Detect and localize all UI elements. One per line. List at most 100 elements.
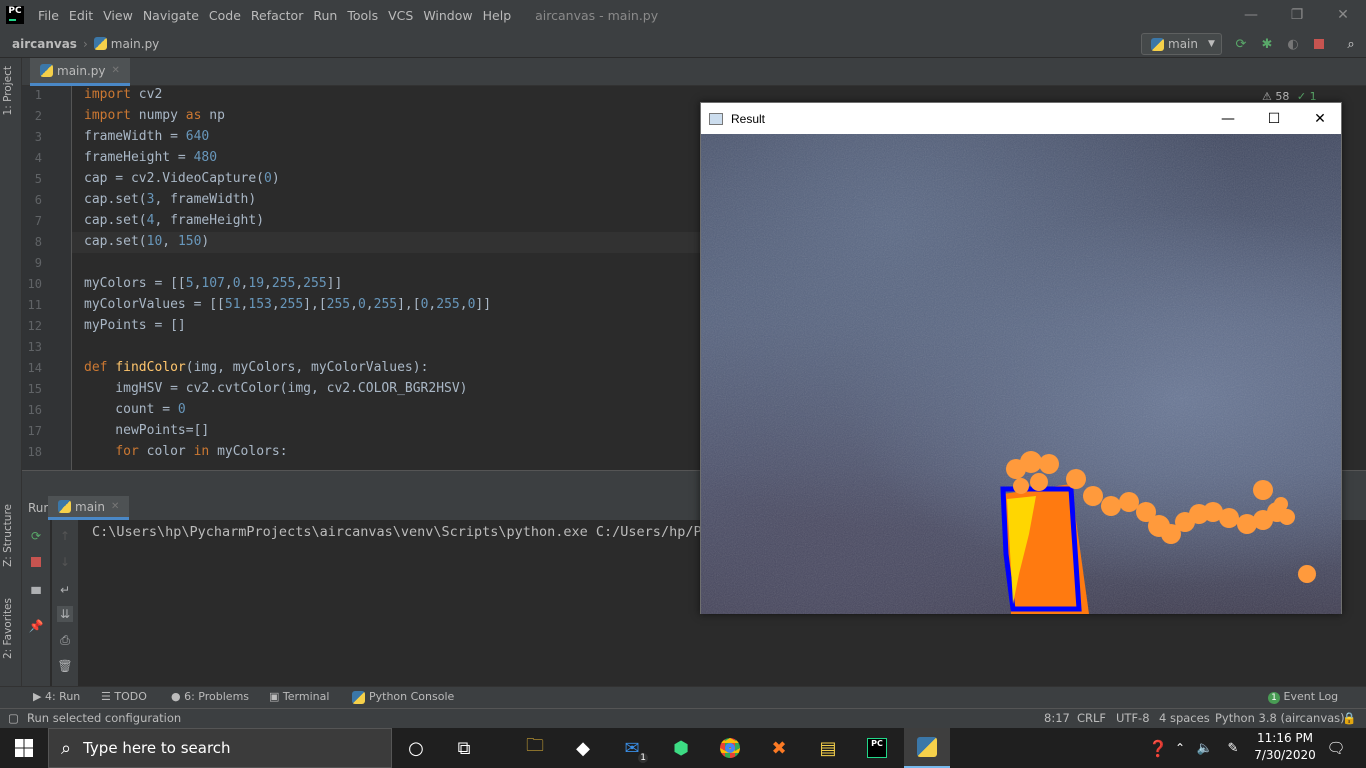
menu-run[interactable]: Run	[313, 8, 337, 23]
breadcrumb-project[interactable]: aircanvas	[12, 37, 77, 51]
pycharm-taskbar-icon[interactable]: PC	[859, 732, 895, 764]
up-arrow-icon[interactable]: ↑	[57, 528, 73, 544]
code-line[interactable]: myPoints = []	[84, 318, 186, 333]
terminal-tool-button[interactable]: ▣ Terminal	[269, 690, 329, 703]
code-line[interactable]: import cv2	[84, 87, 162, 102]
structure-tool-tab[interactable]: Z: Structure	[2, 504, 14, 567]
run-tab-main[interactable]: main ✕	[48, 496, 130, 520]
code-text: ],[	[397, 297, 421, 312]
file-explorer-icon[interactable]: 🗀	[517, 732, 553, 764]
code-text: ],[	[303, 297, 327, 312]
task-view-icon[interactable]: ⧉	[446, 732, 482, 764]
code-line[interactable]: frameHeight = 480	[84, 150, 217, 165]
trash-icon[interactable]: 🗑	[57, 658, 73, 674]
project-tool-tab[interactable]: 1: Project	[2, 66, 14, 115]
code-line[interactable]: def findColor(img, myColors, myColorValu…	[84, 360, 428, 375]
clock-date[interactable]: 7/30/2020	[1250, 748, 1320, 762]
result-minimize-button[interactable]: —	[1205, 103, 1251, 134]
code-line[interactable]: cap.set(10, 150)	[84, 234, 209, 249]
code-line[interactable]: myColors = [[5,107,0,19,255,255]]	[84, 276, 342, 291]
python-console-tool-button[interactable]: Python Console	[352, 690, 454, 704]
chrome-icon[interactable]	[712, 732, 748, 764]
search-icon[interactable]: ⌕	[1343, 36, 1359, 52]
favorites-tool-tab[interactable]: 2: Favorites	[2, 598, 14, 659]
run-tool-button[interactable]: ▶ 4: Run	[33, 690, 80, 703]
menu-view[interactable]: View	[103, 8, 133, 23]
file-encoding[interactable]: UTF-8	[1116, 711, 1150, 725]
soft-wrap-icon[interactable]: ↵	[57, 582, 73, 598]
pen-icon[interactable]: ✎	[1222, 732, 1244, 764]
xampp-icon[interactable]: ✖	[761, 732, 797, 764]
close-button[interactable]: ✕	[1320, 0, 1366, 30]
menu-vcs[interactable]: VCS	[388, 8, 413, 23]
code-line[interactable]: for color in myColors:	[84, 444, 287, 459]
result-window[interactable]: Result — ☐ ✕	[700, 102, 1342, 614]
cortana-icon[interactable]: ○	[398, 732, 434, 764]
code-line[interactable]: newPoints=[]	[84, 423, 209, 438]
code-line[interactable]: count = 0	[84, 402, 185, 417]
scroll-to-end-icon[interactable]: ⇊	[57, 606, 73, 622]
python-interpreter[interactable]: Python 3.8 (aircanvas)	[1215, 711, 1345, 725]
code-line[interactable]: cap.set(4, frameHeight)	[84, 213, 264, 228]
code-line[interactable]: import numpy as np	[84, 108, 225, 123]
code-line[interactable]: frameWidth = 640	[84, 129, 209, 144]
dropbox-icon[interactable]: ◆	[565, 732, 601, 764]
menu-code[interactable]: Code	[209, 8, 241, 23]
line-separator[interactable]: CRLF	[1077, 711, 1106, 725]
layout-toggle-icon[interactable]: ▢	[8, 711, 19, 725]
menu-tools[interactable]: Tools	[347, 8, 378, 23]
layout-icon[interactable]: ▀	[28, 586, 44, 602]
code-text: myColors = [[	[84, 276, 186, 291]
code-number: 255	[326, 297, 351, 312]
profile-icon[interactable]: ◐	[1285, 36, 1301, 52]
python-app-active-icon[interactable]	[904, 728, 950, 768]
breadcrumb-file[interactable]: main.py	[111, 37, 160, 51]
mail-icon[interactable]: ✉ 1	[614, 732, 650, 764]
close-run-tab-icon[interactable]: ✕	[111, 501, 119, 512]
menu-help[interactable]: Help	[483, 8, 512, 23]
menu-edit[interactable]: Edit	[69, 8, 93, 23]
run-configuration-select[interactable]: main ▼	[1141, 33, 1222, 55]
minimize-button[interactable]: —	[1228, 0, 1274, 30]
code-line[interactable]: imgHSV = cv2.cvtColor(img, cv2.COLOR_BGR…	[84, 381, 467, 396]
down-arrow-icon[interactable]: ↓	[57, 554, 73, 570]
code-line[interactable]: cap.set(3, frameWidth)	[84, 192, 256, 207]
taskbar-search-box[interactable]: ⌕ Type here to search	[48, 728, 392, 768]
line-number: 17	[27, 424, 42, 438]
result-close-button[interactable]: ✕	[1297, 103, 1343, 134]
search-placeholder: Type here to search	[83, 739, 231, 757]
indent-setting[interactable]: 4 spaces	[1159, 711, 1210, 725]
volume-icon[interactable]: 🔈	[1194, 732, 1216, 764]
chevron-up-icon[interactable]: ⌃	[1170, 732, 1190, 764]
python-idle-icon[interactable]: ▤	[810, 732, 846, 764]
menu-window[interactable]: Window	[423, 8, 472, 23]
clock-time[interactable]: 11:16 PM	[1255, 731, 1315, 745]
debug-icon[interactable]: ✱	[1259, 36, 1275, 52]
pin-icon[interactable]: 📌	[28, 618, 44, 634]
notification-icon[interactable]: 🗨	[1318, 732, 1354, 764]
tab-main-py[interactable]: main.py ✕	[30, 58, 130, 86]
code-line[interactable]: cap = cv2.VideoCapture(0)	[84, 171, 280, 186]
todo-tool-button[interactable]: ☰ TODO	[101, 690, 147, 703]
android-studio-icon[interactable]: ⬢	[663, 732, 699, 764]
result-maximize-button[interactable]: ☐	[1251, 103, 1297, 134]
line-number: 10	[27, 277, 42, 291]
menu-file[interactable]: File	[38, 8, 59, 23]
code-line[interactable]: myColorValues = [[51,153,255],[255,0,255…	[84, 297, 491, 312]
lock-icon[interactable]: 🔒	[1342, 711, 1356, 725]
problems-tool-button[interactable]: ● 6: Problems	[171, 690, 249, 703]
rerun-icon[interactable]: ⟳	[1233, 36, 1249, 52]
line-number: 18	[27, 445, 42, 459]
print-icon[interactable]: ⎙	[57, 632, 73, 648]
stop-icon[interactable]	[1311, 36, 1327, 52]
menu-navigate[interactable]: Navigate	[143, 8, 199, 23]
rerun-icon[interactable]: ⟳	[28, 528, 44, 544]
windows-start-button[interactable]	[0, 728, 48, 768]
python-icon	[1151, 37, 1164, 51]
restore-button[interactable]: ❐	[1274, 0, 1320, 30]
caret-position[interactable]: 8:17	[1044, 711, 1070, 725]
menu-refactor[interactable]: Refactor	[251, 8, 303, 23]
stop-icon[interactable]	[28, 554, 44, 570]
event-log-button[interactable]: 1 Event Log	[1268, 690, 1338, 704]
close-tab-icon[interactable]: ✕	[112, 65, 120, 76]
